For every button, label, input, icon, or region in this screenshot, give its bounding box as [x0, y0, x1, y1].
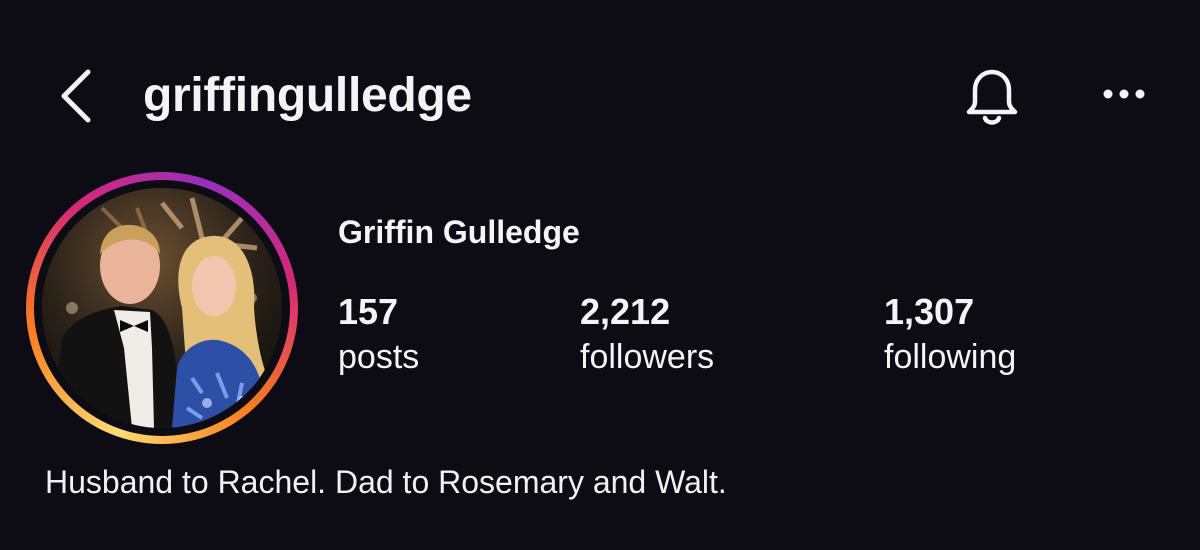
- more-options-button[interactable]: [1096, 70, 1152, 118]
- stat-posts-count: 157: [338, 291, 399, 332]
- stat-followers[interactable]: 2,212 followers: [580, 290, 714, 378]
- stat-following-label: following: [884, 338, 1017, 376]
- stat-followers-label: followers: [580, 338, 715, 376]
- avatar-photo: [42, 188, 282, 428]
- profile-username: griffingulledge: [143, 69, 472, 122]
- profile-bio: Husband to Rachel. Dad to Rosemary and W…: [45, 464, 727, 500]
- story-ring[interactable]: [26, 172, 298, 444]
- profile-display-name: Griffin Gulledge: [338, 214, 580, 250]
- bell-icon: [966, 69, 1018, 125]
- notifications-button[interactable]: [960, 64, 1024, 128]
- profile-header: griffingulledge: [0, 50, 1200, 140]
- chevron-left-icon: [61, 69, 91, 123]
- stat-posts-label: posts: [338, 338, 420, 376]
- stat-following[interactable]: 1,307 following: [884, 290, 1016, 378]
- stat-followers-count: 2,212: [580, 291, 671, 332]
- stat-posts[interactable]: 157 posts: [338, 290, 419, 378]
- stat-following-count: 1,307: [884, 291, 975, 332]
- more-horizontal-icon: [1103, 89, 1145, 99]
- back-button[interactable]: [52, 68, 100, 124]
- profile-avatar: [42, 188, 282, 428]
